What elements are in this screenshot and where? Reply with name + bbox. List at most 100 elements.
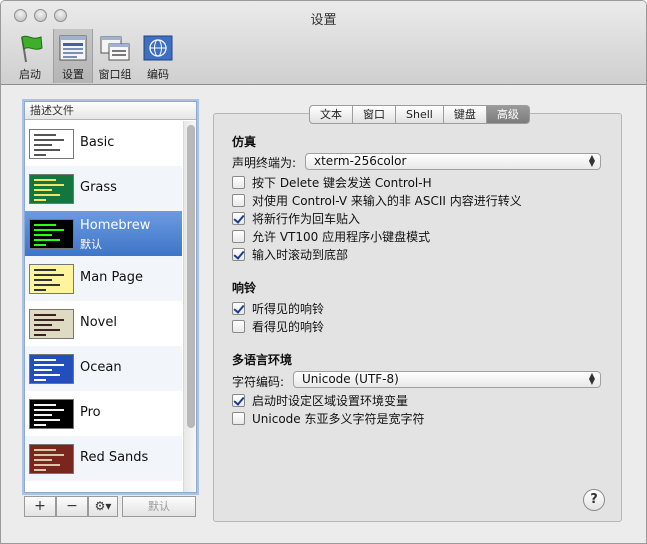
checkbox-set-locale-env[interactable]: 启动时设定区域设置环境变量 [232,392,408,408]
help-button[interactable]: ? [583,489,605,511]
thumbnail-line [34,369,52,371]
checkbox-label: 看得见的响铃 [252,319,325,334]
tab-keyboard[interactable]: 键盘 [443,105,487,124]
thumbnail-line [34,234,52,236]
profile-name: Novel [80,315,117,330]
toolbar-label: 设置 [62,68,84,81]
checkbox-label: Unicode 东亚多义字符是宽字符 [252,411,425,426]
profile-item[interactable]: Homebrew 默认 [25,211,182,256]
thumbnail-line [34,279,52,281]
profile-item[interactable]: Ocean [25,346,182,391]
profiles-list[interactable]: 描述文件 Basic Grass Homebrew 默认 Man Page Novel Oc… [24,101,197,493]
toolbar-label: 窗口组 [98,68,132,81]
toolbar-startup[interactable]: 启动 [11,29,49,83]
thumbnail-line [34,184,64,186]
settings-window: 设置 启动 设置 窗口组 编码 描述文件 Basic Grass Homebre… [0,0,647,544]
checkbox-box[interactable] [232,301,245,315]
set-default-button[interactable]: 默认 [122,496,196,517]
thumbnail-line [34,224,56,226]
profiles-scrollbar[interactable] [183,121,196,492]
checkbox-label: 输入时滚动到底部 [252,247,349,262]
thumbnail-line [34,359,56,361]
checkbox-box[interactable] [232,193,245,207]
thumbnail-line [34,274,64,276]
checkbox-scroll-to-bottom[interactable]: 输入时滚动到底部 [232,246,348,262]
tab-shell[interactable]: Shell [396,105,444,124]
thumbnail-line [34,449,56,451]
thumbnail-line [34,179,56,181]
profile-item[interactable]: Pro [25,391,182,436]
checkbox-escape-non-ascii[interactable]: 对使用 Control-V 来输入的非 ASCII 内容进行转义 [232,192,522,208]
profiles-list-header[interactable]: 描述文件 [25,102,196,120]
checkbox-box[interactable] [232,247,245,261]
toolbar-settings[interactable]: 设置 [53,29,93,83]
profile-name: Grass [80,180,117,195]
profile-thumbnail [29,399,74,429]
thumbnail-line [34,134,56,136]
profile-thumbnail [29,309,74,339]
thumbnail-line [34,419,60,421]
gear-menu-button[interactable]: ⚙▾ [88,496,118,517]
thumbnail-line [34,239,60,241]
checkbox-east-asian-wide[interactable]: Unicode 东亚多义字符是宽字符 [232,410,424,426]
checkbox-delete-sends-ctrl-h[interactable]: 按下 Delete 键会发送 Control-H [232,174,432,190]
checkbox-label: 允许 VT100 应用程序小键盘模式 [252,229,431,244]
thumbnail-line [34,404,56,406]
encoding-popup[interactable]: Unicode (UTF-8) ▲ ▼ [293,371,601,388]
checkbox-vt100-keypad[interactable]: 允许 VT100 应用程序小键盘模式 [232,228,430,244]
thumbnail-line [34,144,52,146]
checkbox-box[interactable] [232,411,245,425]
remove-profile-button[interactable]: − [56,496,88,517]
thumbnail-line [34,459,52,461]
encoding-globe-icon [143,35,173,61]
checkbox-box[interactable] [232,211,245,225]
checkbox-audible-bell[interactable]: 听得见的响铃 [232,300,324,316]
profile-item[interactable]: Basic [25,121,182,166]
toolbar-label: 启动 [19,68,41,81]
tab-window[interactable]: 窗口 [353,105,396,124]
green-flag-icon [21,35,43,63]
scrollbar-thumb[interactable] [187,125,195,428]
declare-terminal-popup[interactable]: xterm-256color ▲ ▼ [305,153,601,170]
international-section-title: 多语言环境 [232,353,293,367]
checkbox-label: 对使用 Control-V 来输入的非 ASCII 内容进行转义 [252,193,522,208]
thumbnail-line [34,154,46,156]
checkbox-box[interactable] [232,175,245,189]
profile-thumbnail [29,354,74,384]
profile-item[interactable]: Man Page [25,256,182,301]
toolbar-encoding[interactable]: 编码 [139,29,177,83]
thumbnail-line [34,469,46,471]
profile-item[interactable]: Grass [25,166,182,211]
popup-arrows-icon: ▲ ▼ [588,153,595,168]
thumbnail-line [34,244,46,246]
title-toolbar: 设置 启动 设置 窗口组 编码 [1,1,646,85]
thumbnail-line [34,189,52,191]
thumbnail-line [34,284,60,286]
profile-name: Red Sands [80,450,149,465]
add-profile-button[interactable]: + [24,496,56,517]
checkbox-label: 听得见的响铃 [252,301,325,316]
profile-name: Pro [80,405,101,420]
settings-window-icon [59,35,87,61]
profile-name: Homebrew [80,218,151,233]
checkbox-paste-newline-as-cr[interactable]: 将新行作为回车贴入 [232,210,360,226]
declare-terminal-value: xterm-256color [314,154,407,168]
window-title: 设置 [310,13,337,28]
thumbnail-line [34,199,46,201]
checkbox-box[interactable] [232,319,245,333]
thumbnail-line [34,289,46,291]
checkbox-box[interactable] [232,229,245,243]
checkbox-box[interactable] [232,393,245,407]
toolbar-window-groups[interactable]: 窗口组 [93,29,137,83]
checkbox-label: 将新行作为回车贴入 [252,211,361,226]
checkbox-visual-bell[interactable]: 看得见的响铃 [232,318,324,334]
profile-thumbnail [29,264,74,294]
thumbnail-line [34,424,46,426]
thumbnail-line [34,454,64,456]
profile-item[interactable]: Novel [25,301,182,346]
profile-item[interactable]: Red Sands [25,436,182,481]
checkbox-label: 按下 Delete 键会发送 Control-H [252,175,432,190]
tab-text[interactable]: 文本 [309,105,353,124]
encoding-label: 字符编码: [232,375,285,389]
tab-advanced[interactable]: 高级 [486,105,530,124]
